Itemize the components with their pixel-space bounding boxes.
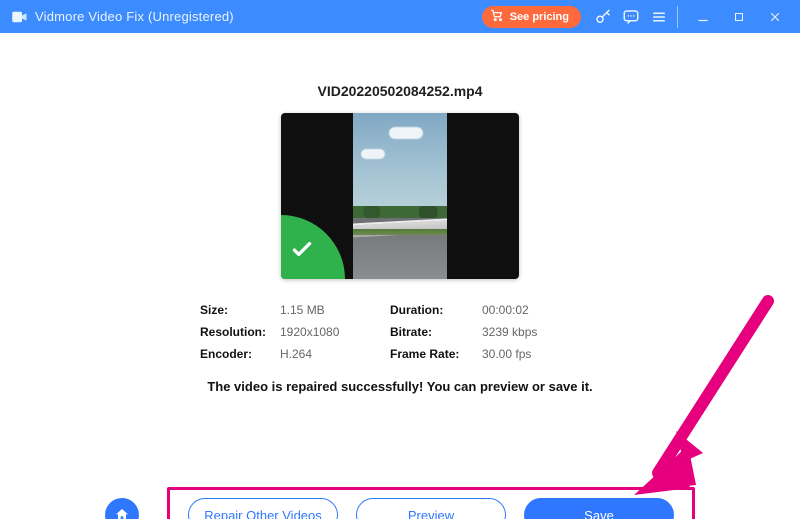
- save-label: Save: [584, 508, 614, 519]
- status-message: The video is repaired successfully! You …: [0, 379, 800, 394]
- encoder-value: H.264: [280, 347, 390, 361]
- filename: VID20220502084252.mp4: [0, 83, 800, 99]
- preview-button[interactable]: Preview: [356, 498, 506, 519]
- see-pricing-button[interactable]: See pricing: [482, 6, 581, 28]
- actions-group-highlight: Repair Other Videos Preview Save: [167, 487, 695, 519]
- framerate-label: Frame Rate:: [390, 347, 482, 361]
- details-grid: Size: 1.15 MB Duration: 00:00:02 Resolut…: [190, 303, 610, 361]
- see-pricing-label: See pricing: [510, 11, 569, 23]
- titlebar: Vidmore Video Fix (Unregistered) See pri…: [0, 0, 800, 33]
- app-title: Vidmore Video Fix (Unregistered): [35, 9, 234, 24]
- cart-icon: [490, 8, 504, 25]
- preview-label: Preview: [408, 508, 454, 519]
- duration-label: Duration:: [390, 303, 482, 317]
- video-frame: [353, 113, 447, 279]
- app-logo-icon: [10, 8, 28, 26]
- save-button[interactable]: Save: [524, 498, 674, 519]
- repair-other-videos-label: Repair Other Videos: [204, 508, 322, 519]
- size-label: Size:: [200, 303, 280, 317]
- maximize-button[interactable]: [724, 3, 754, 31]
- video-preview[interactable]: [281, 113, 519, 279]
- annotation-arrow-icon: [618, 283, 788, 519]
- bitrate-value: 3239 kbps: [482, 325, 592, 339]
- resolution-value: 1920x1080: [280, 325, 390, 339]
- resolution-label: Resolution:: [200, 325, 280, 339]
- duration-value: 00:00:02: [482, 303, 592, 317]
- home-icon: [114, 507, 130, 519]
- menu-icon[interactable]: [645, 3, 673, 31]
- repair-other-videos-button[interactable]: Repair Other Videos: [188, 498, 338, 519]
- close-button[interactable]: [760, 3, 790, 31]
- check-icon: [289, 236, 315, 269]
- bitrate-label: Bitrate:: [390, 325, 482, 339]
- main-panel: VID20220502084252.mp4 Size: 1.15 MB Dura…: [0, 83, 800, 519]
- home-button[interactable]: [105, 498, 139, 519]
- size-value: 1.15 MB: [280, 303, 390, 317]
- encoder-label: Encoder:: [200, 347, 280, 361]
- feedback-icon[interactable]: [617, 3, 645, 31]
- actions-wrap: Repair Other Videos Preview Save: [0, 487, 800, 519]
- key-icon[interactable]: [589, 3, 617, 31]
- framerate-value: 30.00 fps: [482, 347, 592, 361]
- divider: [677, 6, 678, 28]
- minimize-button[interactable]: [688, 3, 718, 31]
- success-badge: [281, 215, 345, 279]
